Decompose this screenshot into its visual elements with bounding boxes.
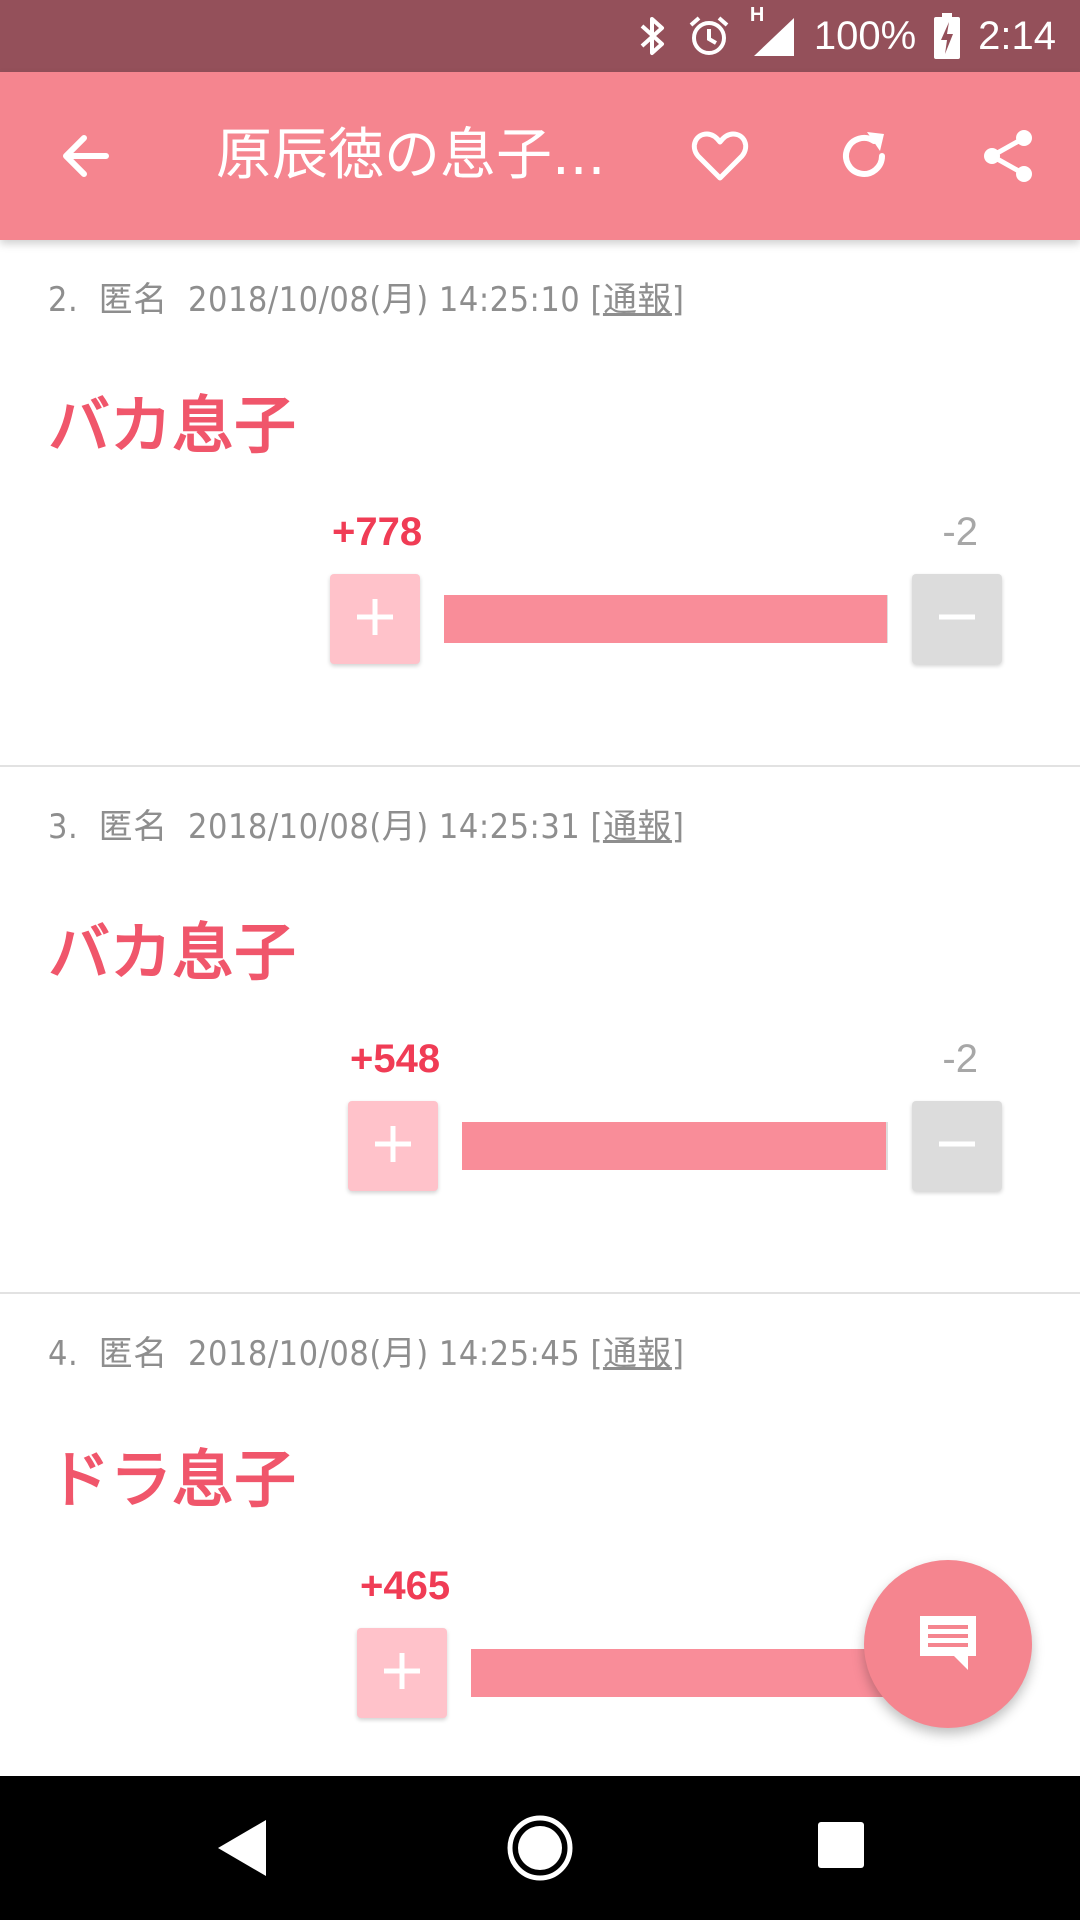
plus-icon	[373, 1124, 413, 1168]
post-number: 4.	[48, 1334, 79, 1374]
vote-ratio-fill	[462, 1122, 887, 1170]
plus-count: +548	[350, 1037, 441, 1081]
report-link[interactable]: 通報	[603, 280, 672, 320]
post-meta: 4. 匿名 2018/10/08(月) 14:25:45 [通報]	[48, 1334, 685, 1374]
clock-text: 2:14	[978, 13, 1056, 58]
system-nav-bar	[0, 1776, 1080, 1920]
plus-button[interactable]	[330, 574, 420, 664]
nav-back-icon[interactable]	[214, 1816, 270, 1884]
back-arrow-icon[interactable]	[56, 126, 116, 186]
share-icon[interactable]	[978, 126, 1038, 186]
nav-home-icon[interactable]	[506, 1814, 574, 1886]
comment-list[interactable]: 2. 匿名 2018/10/08(月) 14:25:10 [通報] バカ息子 +…	[0, 240, 1080, 1776]
comment-fab[interactable]	[864, 1560, 1032, 1728]
minus-button[interactable]	[912, 574, 1002, 664]
app-bar: 原辰徳の息子...	[0, 72, 1080, 240]
comment-icon	[916, 1610, 980, 1678]
post-body: バカ息子	[48, 916, 297, 989]
post-author: 匿名	[98, 1334, 168, 1374]
vote-ratio-fill	[471, 1649, 888, 1697]
bluetooth-icon	[638, 14, 668, 58]
post-datetime: 2018/10/08(月) 14:25:10	[188, 280, 581, 320]
plus-count: +778	[332, 510, 423, 554]
plus-icon	[382, 1651, 422, 1695]
minus-icon	[937, 1124, 977, 1168]
plus-icon	[355, 597, 395, 641]
status-bar: H 100% 2:14	[0, 0, 1080, 72]
report-link[interactable]: 通報	[603, 807, 672, 847]
network-type-label: H	[749, 4, 765, 26]
list-item: 2. 匿名 2018/10/08(月) 14:25:10 [通報] バカ息子 +…	[0, 240, 1080, 767]
post-number: 2.	[48, 280, 79, 320]
list-item: 3. 匿名 2018/10/08(月) 14:25:31 [通報] バカ息子 +…	[0, 767, 1080, 1294]
plus-button[interactable]	[357, 1628, 447, 1718]
report-link[interactable]: 通報	[603, 1334, 672, 1374]
status-icons: H 100% 2:14	[638, 0, 1056, 72]
vote-ratio-bar	[462, 1122, 888, 1170]
post-number: 3.	[48, 807, 79, 847]
battery-charging-icon	[934, 13, 961, 59]
post-datetime: 2018/10/08(月) 14:25:45	[188, 1334, 581, 1374]
post-datetime: 2018/10/08(月) 14:25:31	[188, 807, 581, 847]
plus-count: +465	[360, 1564, 451, 1608]
nav-recents-icon[interactable]	[818, 1822, 864, 1872]
minus-count: -2	[942, 510, 978, 554]
battery-text: 100%	[813, 13, 917, 58]
page-title: 原辰徳の息子...	[216, 123, 606, 188]
post-meta: 2. 匿名 2018/10/08(月) 14:25:10 [通報]	[48, 280, 685, 320]
post-author: 匿名	[98, 807, 168, 847]
plus-button[interactable]	[348, 1101, 438, 1191]
vote-ratio-bar	[444, 595, 888, 643]
minus-button[interactable]	[912, 1101, 1002, 1191]
post-author: 匿名	[98, 280, 168, 320]
vote-ratio-bar	[471, 1649, 888, 1697]
post-meta: 3. 匿名 2018/10/08(月) 14:25:31 [通報]	[48, 807, 685, 847]
post-body: ドラ息子	[48, 1443, 297, 1516]
alarm-icon	[686, 13, 732, 59]
heart-icon[interactable]	[690, 126, 750, 186]
minus-icon	[937, 597, 977, 641]
minus-count: -2	[942, 1037, 978, 1081]
vote-ratio-fill	[444, 595, 887, 643]
refresh-icon[interactable]	[834, 126, 894, 186]
post-body: バカ息子	[48, 389, 297, 462]
signal-icon: H	[750, 4, 796, 58]
